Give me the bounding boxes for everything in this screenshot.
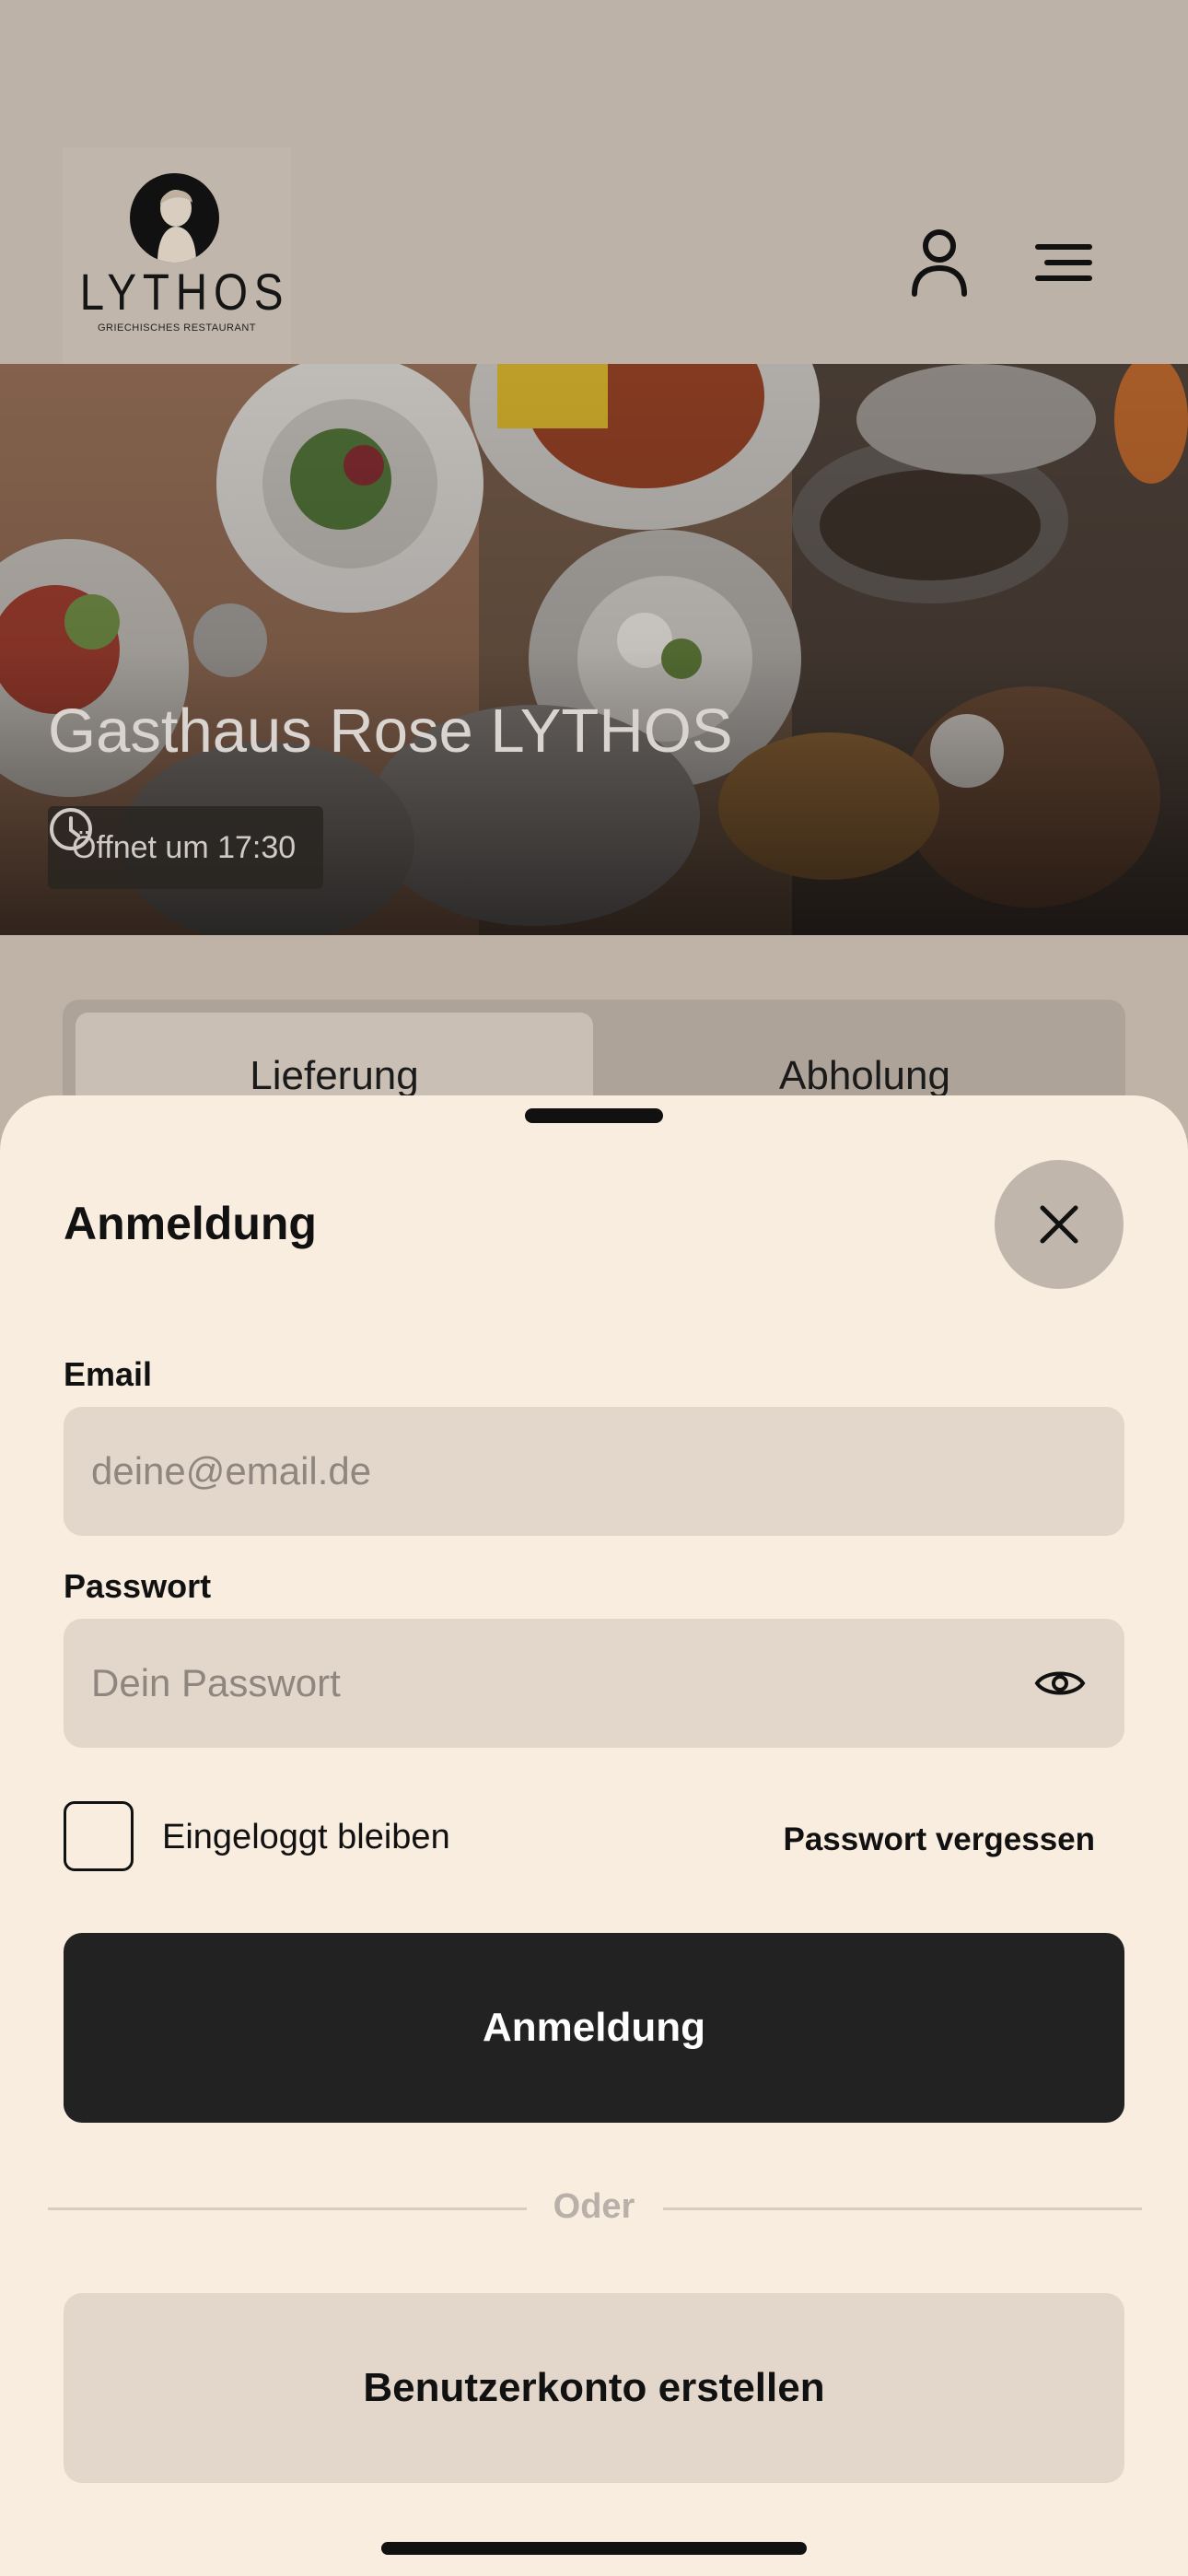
home-indicator <box>381 2542 807 2555</box>
remember-me-label[interactable]: Eingeloggt bleiben <box>162 1818 450 1857</box>
logo-subtitle: GRIECHISCHES RESTAURANT <box>97 322 257 334</box>
close-button[interactable] <box>995 1160 1124 1289</box>
divider-line-right <box>663 2207 1142 2210</box>
hero-banner: Gasthaus Rose LYTHOS Öffnet um 17:30 <box>0 364 1188 935</box>
sheet-title: Anmeldung <box>64 1198 317 1249</box>
email-label: Email <box>64 1355 153 1393</box>
close-icon <box>1040 1205 1078 1244</box>
sheet-grabber[interactable] <box>525 1108 663 1123</box>
login-button[interactable]: Anmeldung <box>64 1933 1124 2123</box>
clock-icon <box>50 808 92 850</box>
menu-icon <box>1035 244 1092 281</box>
forgot-password-link[interactable]: Passwort vergessen <box>783 1821 1095 1858</box>
email-field[interactable] <box>91 1407 1012 1536</box>
eye-icon <box>1034 1671 1086 1695</box>
toggle-password-visibility-button[interactable] <box>1032 1657 1088 1709</box>
email-field-container <box>64 1407 1124 1536</box>
password-label: Passwort <box>64 1567 212 1605</box>
account-button[interactable] <box>903 221 976 304</box>
restaurant-name: Gasthaus Rose LYTHOS <box>48 697 733 766</box>
user-icon <box>912 229 967 297</box>
restaurant-logo[interactable]: LYTHOS GRIECHISCHES RESTAURANT <box>63 147 291 364</box>
password-field[interactable] <box>91 1619 1012 1748</box>
app-header: LYTHOS GRIECHISCHES RESTAURANT <box>0 0 1188 364</box>
create-account-button[interactable]: Benutzerkonto erstellen <box>64 2293 1124 2483</box>
password-field-container <box>64 1619 1124 1748</box>
remember-me-checkbox[interactable] <box>64 1801 134 1871</box>
logo-emblem-icon <box>130 173 219 263</box>
opening-status-badge: Öffnet um 17:30 <box>48 806 324 889</box>
order-mode-tabs: Lieferung Abholung <box>63 1000 1125 1123</box>
opening-status-text: Öffnet um 17:30 <box>72 829 297 865</box>
menu-button[interactable] <box>1027 230 1101 295</box>
logo-wordmark: LYTHOS <box>79 263 290 321</box>
login-sheet: Anmeldung Email Passwort Eingeloggt blei… <box>0 1095 1188 2576</box>
